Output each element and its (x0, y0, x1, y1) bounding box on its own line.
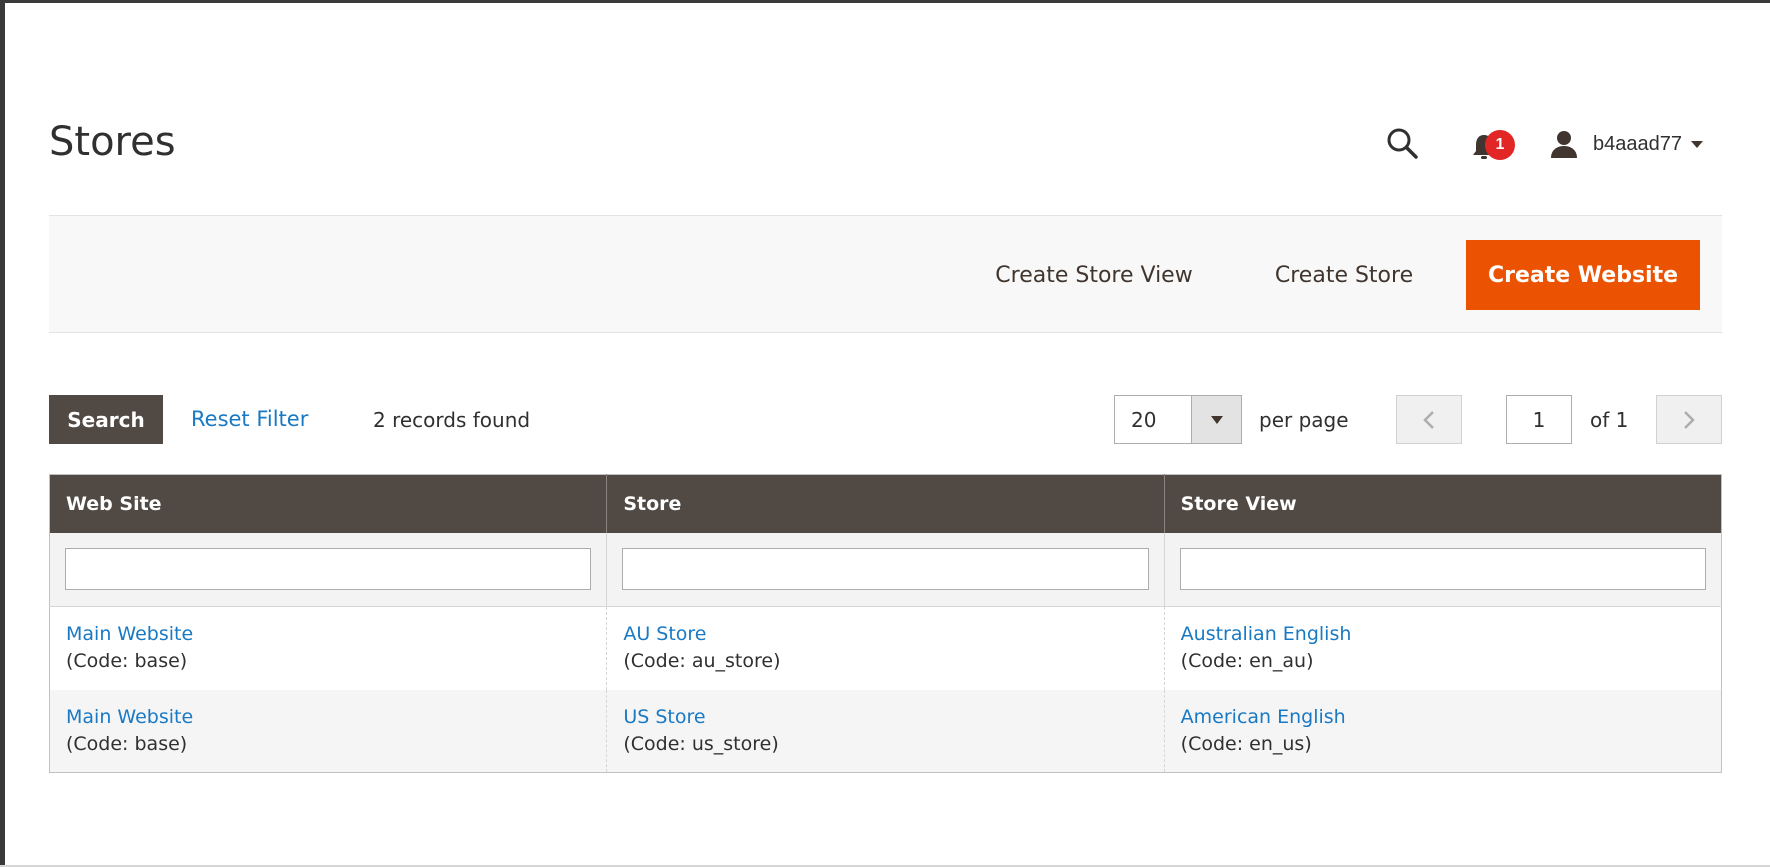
store-view-link[interactable]: Australian English (1181, 621, 1705, 648)
web-site-cell: Main Website (Code: base) (49, 689, 608, 773)
filter-cell (1164, 532, 1722, 607)
create-store-button[interactable]: Create Store (1259, 240, 1429, 310)
store-cell: AU Store (Code: au_store) (606, 606, 1165, 690)
reset-filter-link[interactable]: Reset Filter (191, 407, 308, 431)
create-store-view-button[interactable]: Create Store View (969, 240, 1219, 310)
grid-controls: Search Reset Filter 2 records found 20 p… (49, 395, 1722, 445)
chevron-right-icon (1684, 411, 1695, 429)
per-page-select[interactable]: 20 (1114, 395, 1242, 444)
previous-page-button[interactable] (1396, 395, 1462, 444)
search-button[interactable]: Search (49, 395, 163, 444)
store-code: (Code: us_store) (623, 732, 779, 755)
notification-badge: 1 (1485, 130, 1515, 160)
web-site-filter-input[interactable] (65, 548, 592, 591)
column-header-store-view[interactable]: Store View (1164, 474, 1722, 533)
column-header-web-site[interactable]: Web Site (49, 474, 608, 533)
total-pages-label: of 1 (1590, 408, 1629, 432)
user-account-menu[interactable]: b4aaad77 (1549, 124, 1704, 164)
store-view-cell: American English (Code: en_us) (1164, 689, 1722, 773)
username: b4aaad77 (1593, 132, 1682, 155)
web-site-link[interactable]: Main Website (66, 621, 590, 648)
filter-cell (606, 532, 1165, 607)
web-site-code: (Code: base) (66, 732, 188, 755)
store-cell: US Store (Code: us_store) (606, 689, 1165, 773)
chevron-left-icon (1423, 411, 1434, 429)
store-link[interactable]: AU Store (623, 621, 1147, 648)
header-actions: 1 b4aaad77 (1385, 120, 1705, 164)
create-website-button[interactable]: Create Website (1466, 240, 1700, 310)
next-page-button[interactable] (1656, 395, 1722, 444)
store-view-filter-input[interactable] (1179, 548, 1706, 591)
per-page-label: per page (1259, 408, 1349, 432)
table-row: Main Website (Code: base) AU Store (Code… (49, 606, 1722, 690)
per-page-value: 20 (1131, 408, 1157, 432)
store-code: (Code: au_store) (623, 650, 781, 673)
store-filter-input[interactable] (622, 548, 1149, 591)
stores-grid: Web Site Store Store View Main Website (… (49, 474, 1722, 773)
table-row: Main Website (Code: base) US Store (Code… (49, 689, 1722, 773)
search-icon[interactable] (1385, 126, 1419, 160)
page-actions-bar: Create Store View Create Store Create We… (49, 215, 1722, 333)
web-site-code: (Code: base) (66, 650, 188, 673)
store-link[interactable]: US Store (623, 704, 1147, 731)
chevron-down-icon (1690, 141, 1703, 148)
page-title: Stores (49, 119, 176, 165)
grid-filter-row (49, 532, 1722, 607)
window-frame-top (0, 0, 1770, 3)
window-frame-left (0, 0, 5, 867)
column-header-store[interactable]: Store (606, 474, 1165, 533)
records-found-count: 2 records found (373, 408, 531, 432)
store-view-code: (Code: en_au) (1180, 650, 1314, 673)
store-view-link[interactable]: American English (1181, 704, 1705, 731)
store-view-cell: Australian English (Code: en_au) (1164, 606, 1722, 690)
per-page-dropdown-toggle[interactable] (1191, 396, 1241, 443)
filter-cell (49, 532, 608, 607)
notifications-button[interactable]: 1 (1469, 124, 1519, 164)
web-site-link[interactable]: Main Website (66, 704, 590, 731)
user-icon (1551, 131, 1577, 158)
caret-down-icon (1211, 416, 1223, 424)
current-page-input[interactable] (1506, 395, 1572, 444)
grid-header-row: Web Site Store Store View (49, 474, 1722, 533)
web-site-cell: Main Website (Code: base) (49, 606, 608, 690)
store-view-code: (Code: en_us) (1180, 732, 1312, 755)
